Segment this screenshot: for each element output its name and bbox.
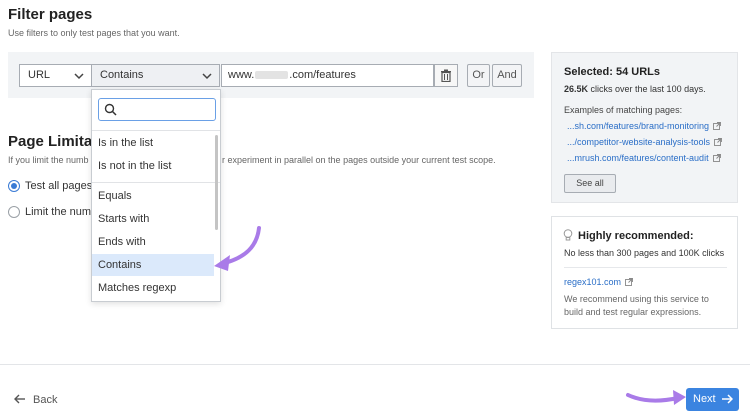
example-link[interactable]: ...mrush.com/features/content-audit xyxy=(567,153,721,163)
field-select-value: URL xyxy=(28,69,51,81)
external-link-icon xyxy=(714,138,723,146)
url-prefix: www. xyxy=(228,69,255,81)
divider xyxy=(92,130,220,131)
divider xyxy=(564,267,727,268)
examples-label: Examples of matching pages: xyxy=(564,105,683,115)
page-title: Filter pages xyxy=(8,6,93,23)
radio-test-all[interactable] xyxy=(8,180,20,192)
back-label: Back xyxy=(33,394,58,406)
chevron-down-icon xyxy=(74,73,84,80)
radio-limit-label: Limit the num xyxy=(25,206,92,218)
section-desc-left: If you limit the numb xyxy=(8,155,89,165)
back-button[interactable]: Back xyxy=(14,394,57,406)
dropdown-item[interactable]: Matches regexp xyxy=(92,277,214,299)
example-link[interactable]: .../competitor-website-analysis-tools xyxy=(567,137,723,147)
field-select[interactable]: URL xyxy=(19,64,92,87)
radio-limit[interactable] xyxy=(8,206,20,218)
section-desc-right: r experiment in parallel on the pages ou… xyxy=(222,155,496,165)
example-link-text: ...mrush.com/features/content-audit xyxy=(567,153,709,163)
dropdown-item[interactable]: Equals xyxy=(92,185,214,207)
url-input[interactable]: www. .com/features xyxy=(221,64,434,87)
clicks-summary: 26.5K clicks over the last 100 days. xyxy=(564,84,706,94)
regex-link-text: regex101.com xyxy=(564,277,622,287)
selected-title: Selected: 54 URLs xyxy=(564,66,660,78)
operator-dropdown-menu: Is in the list Is not in the list Equals… xyxy=(91,89,221,302)
dropdown-search-input[interactable] xyxy=(98,98,216,121)
delete-filter-button[interactable] xyxy=(434,64,458,87)
annotation-arrow xyxy=(626,390,686,405)
dropdown-item[interactable]: Is not in the list xyxy=(92,155,214,177)
regex-link[interactable]: regex101.com xyxy=(564,277,633,287)
footer-divider xyxy=(0,364,750,365)
operator-select[interactable]: Contains xyxy=(91,64,220,87)
next-label: Next xyxy=(693,393,716,405)
radio-test-all-label: Test all pages xyxy=(25,180,93,192)
example-link-text: .../competitor-website-analysis-tools xyxy=(567,137,711,147)
arrow-right-icon xyxy=(722,394,733,404)
search-icon xyxy=(104,103,117,116)
external-link-icon xyxy=(713,122,722,130)
external-link-icon xyxy=(712,154,721,162)
external-link-icon xyxy=(625,278,633,286)
next-button[interactable]: Next xyxy=(686,388,739,411)
url-suffix: .com/features xyxy=(289,69,356,81)
clicks-text: clicks over the last 100 days. xyxy=(588,84,706,94)
lightbulb-icon xyxy=(563,229,573,241)
recommend-title: Highly recommended: xyxy=(578,230,694,242)
recommend-desc: We recommend using this service to build… xyxy=(564,294,709,317)
and-button[interactable]: And xyxy=(492,64,522,87)
trash-icon xyxy=(441,69,451,82)
arrow-left-icon xyxy=(14,394,25,404)
recommend-text: No less than 300 pages and 100K clicks xyxy=(564,248,725,258)
section-title: Page Limitati xyxy=(8,133,102,150)
dropdown-item[interactable]: Is in the list xyxy=(92,132,214,154)
or-button[interactable]: Or xyxy=(467,64,490,87)
selected-urls-panel: Selected: 54 URLs 26.5K clicks over the … xyxy=(551,52,738,203)
redacted-text xyxy=(255,71,289,80)
dropdown-item-selected[interactable]: Contains xyxy=(92,254,214,276)
divider xyxy=(92,182,220,183)
example-link[interactable]: ...sh.com/features/brand-monitoring xyxy=(567,121,722,131)
dropdown-item[interactable]: Ends with xyxy=(92,231,214,253)
scrollbar[interactable] xyxy=(215,135,218,230)
clicks-count: 26.5K xyxy=(564,84,589,94)
dropdown-item[interactable]: Starts with xyxy=(92,208,214,230)
recommendation-panel: Highly recommended: No less than 300 pag… xyxy=(551,216,738,329)
example-link-text: ...sh.com/features/brand-monitoring xyxy=(567,121,710,131)
chevron-down-icon xyxy=(202,73,212,80)
see-all-button[interactable]: See all xyxy=(564,174,616,193)
operator-select-value: Contains xyxy=(100,69,144,81)
page-subtitle: Use filters to only test pages that you … xyxy=(8,28,180,38)
